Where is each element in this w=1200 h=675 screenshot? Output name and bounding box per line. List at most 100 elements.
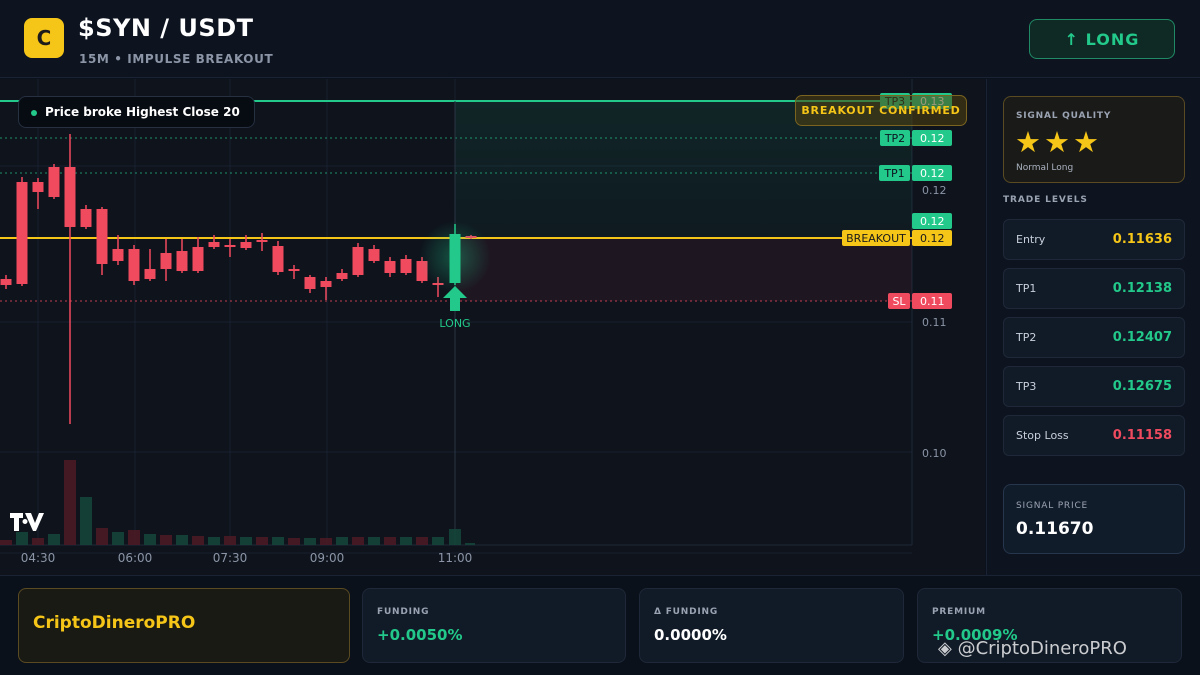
- volume-bar: [0, 540, 12, 545]
- volume-bar: [416, 537, 428, 545]
- candle-body: [368, 249, 380, 261]
- candle-body: [272, 246, 284, 272]
- signal-quality-card: SIGNAL QUALITY ★★★ Normal Long: [1003, 96, 1185, 183]
- timeframe-subtitle: 15M • IMPULSE BREAKOUT: [79, 52, 274, 66]
- y-tick-label: 0.10: [922, 447, 947, 460]
- volume-bar: [336, 537, 348, 545]
- long-signal-button[interactable]: ↑ LONG: [1029, 19, 1175, 59]
- volume-bar: [272, 537, 284, 545]
- trade-level-row[interactable]: Entry 0.11636: [1003, 219, 1185, 260]
- volume-bar: [465, 543, 475, 545]
- candle-body: [208, 242, 220, 247]
- trade-level-value: 0.11158: [1112, 428, 1172, 443]
- trade-level-row[interactable]: TP1 0.12138: [1003, 268, 1185, 309]
- volume-bar: [368, 537, 380, 545]
- volume-bar: [48, 534, 60, 545]
- indicator-text: Price broke Highest Close 20: [45, 105, 240, 119]
- indicator-label: Price broke Highest Close 20: [18, 96, 255, 128]
- delta-funding-card: Δ FUNDING 0.0000%: [639, 588, 904, 663]
- signal-quality-sub: Normal Long: [1016, 163, 1074, 173]
- volume-bar: [352, 537, 364, 545]
- candle-body: [80, 209, 92, 227]
- volume-bar: [432, 537, 444, 545]
- funding-value: +0.0050%: [377, 626, 463, 644]
- candle-body: [336, 273, 348, 279]
- app-logo: C: [24, 18, 64, 58]
- app-root: C $SYN / USDT 15M • IMPULSE BREAKOUT ↑ L…: [0, 0, 1200, 675]
- footer: CriptoDineroPRO FUNDING +0.0050% Δ FUNDI…: [0, 575, 1200, 675]
- star-rating-icon: ★★★: [1015, 125, 1102, 159]
- brand-card[interactable]: CriptoDineroPRO: [18, 588, 350, 663]
- volume-bar: [192, 536, 204, 545]
- delta-funding-value: 0.0000%: [654, 626, 727, 644]
- risk-zone: [455, 238, 912, 301]
- level-tag-value: 0.11: [920, 295, 945, 308]
- candle-body: [256, 240, 268, 242]
- level-tag-value: 0.12: [920, 167, 945, 180]
- volume-bar: [128, 530, 140, 545]
- candle-body: [0, 279, 12, 285]
- volume-bar: [224, 536, 236, 545]
- volume-bar: [240, 537, 252, 545]
- volume-bar: [449, 529, 461, 545]
- premium-label: PREMIUM: [932, 607, 986, 617]
- status-dot-icon: [31, 110, 37, 116]
- level-tag-value: 0.12: [920, 132, 945, 145]
- candle-body: [352, 247, 364, 275]
- signal-price-card: SIGNAL PRICE 0.11670: [1003, 484, 1185, 554]
- volume-bar: [64, 460, 76, 545]
- trade-level-name: TP1: [1016, 282, 1037, 295]
- candle-body: [176, 251, 188, 271]
- price-chart[interactable]: LONG 0.12 0.11 0.10 04:30 06:00 07:30 09:00 11:0…: [0, 79, 985, 575]
- level-tag-label: TP1: [883, 167, 904, 180]
- candle-body: [240, 242, 252, 248]
- volume-bar: [304, 538, 316, 545]
- candle-body: [304, 277, 316, 289]
- y-tick-label: 0.11: [922, 316, 947, 329]
- delta-funding-label: Δ FUNDING: [654, 607, 719, 617]
- x-tick-label: 06:00: [118, 551, 153, 565]
- level-tag-label: SL: [892, 295, 906, 308]
- volume-bar: [320, 538, 332, 545]
- volume-bar: [160, 535, 172, 545]
- chart-canvas[interactable]: LONG 0.12 0.11 0.10 04:30 06:00 07:30 09:00 11:0…: [0, 79, 985, 575]
- breakout-confirmed-badge: BREAKOUT CONFIRMED: [795, 95, 967, 126]
- level-tag-label: BREAKOUT: [846, 232, 906, 245]
- trade-level-value: 0.12675: [1112, 379, 1172, 394]
- signal-glow: [419, 221, 491, 293]
- candle-body: [64, 167, 76, 227]
- candle-body: [112, 249, 124, 261]
- candle-body: [32, 182, 44, 192]
- trade-level-row[interactable]: Stop Loss 0.11158: [1003, 415, 1185, 456]
- y-tick-label: 0.12: [922, 184, 947, 197]
- volume-bar: [400, 537, 412, 545]
- trade-level-name: TP3: [1016, 380, 1037, 393]
- level-tag-value: 0.12: [920, 232, 945, 245]
- brand-name: CriptoDineroPRO: [33, 613, 196, 633]
- funding-card: FUNDING +0.0050%: [362, 588, 626, 663]
- level-tag-label: TP2: [884, 132, 905, 145]
- volume-bar: [176, 535, 188, 545]
- volume-bar: [288, 538, 300, 545]
- volume-bar: [16, 532, 28, 545]
- trade-level-row[interactable]: TP3 0.12675: [1003, 366, 1185, 407]
- candle-body: [16, 182, 28, 284]
- volume-bar: [384, 537, 396, 545]
- candle-body: [224, 245, 236, 247]
- candle-body: [160, 253, 172, 269]
- volume-bar: [32, 538, 44, 545]
- binance-watermark: ◈ @CriptoDineroPRO: [938, 638, 1127, 659]
- trade-level-row[interactable]: TP2 0.12407: [1003, 317, 1185, 358]
- signal-price-value: 0.11670: [1016, 519, 1094, 539]
- x-tick-label: 07:30: [213, 551, 248, 565]
- trade-level-value: 0.12407: [1112, 330, 1172, 345]
- candle-body: [144, 269, 156, 279]
- candle-body: [128, 249, 140, 281]
- x-tick-label: 04:30: [21, 551, 56, 565]
- volume-bar: [80, 497, 92, 545]
- candle-body: [384, 261, 396, 273]
- trade-level-name: Stop Loss: [1016, 429, 1069, 442]
- candle-body: [288, 269, 300, 271]
- trade-levels-title: TRADE LEVELS: [1003, 195, 1088, 205]
- volume-bar: [144, 534, 156, 545]
